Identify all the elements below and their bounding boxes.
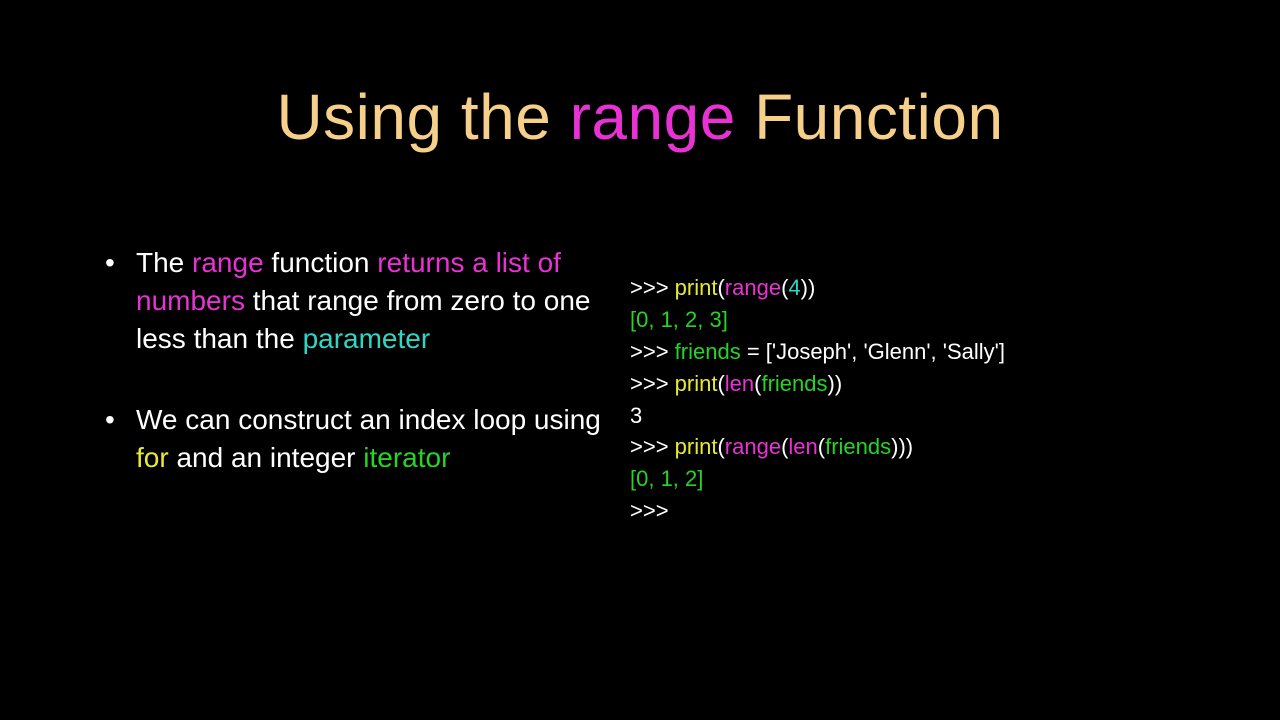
var-friends: friends — [825, 434, 891, 459]
paren-close: ))) — [891, 434, 913, 459]
var-friends: friends — [675, 339, 741, 364]
bullet-column: The range function returns a list of num… — [80, 244, 620, 527]
var-friends: friends — [761, 371, 827, 396]
paren: ( — [717, 371, 724, 396]
paren: ( — [818, 434, 825, 459]
slide-title: Using the range Function — [0, 0, 1280, 154]
paren-close: )) — [828, 371, 843, 396]
code-line-1: >>> print(range(4)) — [630, 272, 1200, 304]
literal-4: 4 — [788, 275, 800, 300]
paren: ( — [717, 275, 724, 300]
prompt: >>> — [630, 434, 675, 459]
code-line-3: >>> friends = ['Joseph', 'Glenn', 'Sally… — [630, 336, 1200, 368]
b1-mid1: function — [264, 247, 378, 278]
b1-pre: The — [136, 247, 192, 278]
title-function: Function — [736, 81, 1004, 153]
code-line-4: >>> print(len(friends)) — [630, 368, 1200, 400]
bullet-2: We can construct an index loop using for… — [100, 401, 620, 477]
b1-parameter: parameter — [303, 323, 431, 354]
b1-range: range — [192, 247, 264, 278]
slide-body: The range function returns a list of num… — [0, 244, 1280, 527]
code-line-7: [0, 1, 2] — [630, 463, 1200, 495]
paren: ( — [717, 434, 724, 459]
fn-print: print — [675, 434, 718, 459]
paren-close: )) — [801, 275, 816, 300]
fn-range: range — [725, 275, 781, 300]
prompt: >>> — [630, 371, 675, 396]
prompt: >>> — [630, 275, 675, 300]
fn-range: range — [725, 434, 781, 459]
fn-len: len — [788, 434, 817, 459]
b2-pre: We can construct an index loop using — [136, 404, 601, 435]
code-line-2: [0, 1, 2, 3] — [630, 304, 1200, 336]
code-column: >>> print(range(4)) [0, 1, 2, 3] >>> fri… — [620, 244, 1200, 527]
b2-for: for — [136, 442, 169, 473]
b2-mid: and an integer — [169, 442, 364, 473]
fn-len: len — [725, 371, 754, 396]
code-line-5: 3 — [630, 400, 1200, 432]
b2-iterator: iterator — [363, 442, 450, 473]
title-using-the: Using the — [276, 81, 569, 153]
slide: Using the range Function The range funct… — [0, 0, 1280, 720]
fn-print: print — [675, 275, 718, 300]
fn-print: print — [675, 371, 718, 396]
code-line-8: >>> — [630, 495, 1200, 527]
prompt: >>> — [630, 339, 675, 364]
assign-list: = ['Joseph', 'Glenn', 'Sally'] — [741, 339, 1005, 364]
bullet-list: The range function returns a list of num… — [100, 244, 620, 477]
title-range: range — [570, 81, 736, 153]
code-line-6: >>> print(range(len(friends))) — [630, 431, 1200, 463]
bullet-1: The range function returns a list of num… — [100, 244, 620, 357]
